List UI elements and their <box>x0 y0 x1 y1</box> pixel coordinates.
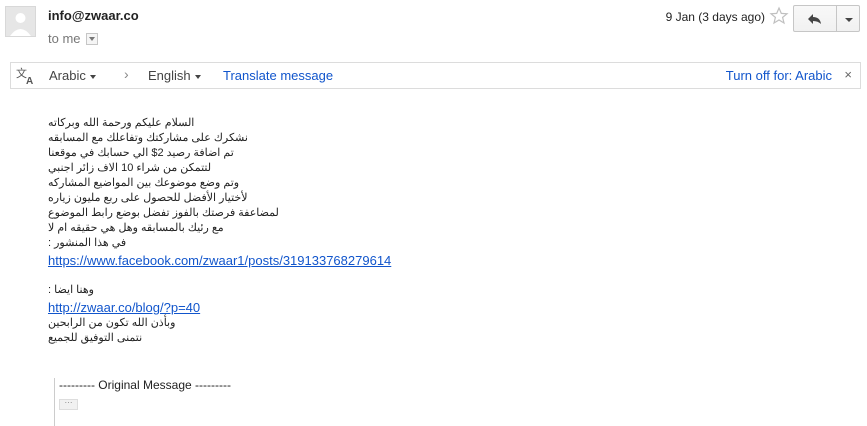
translate-message-link[interactable]: Translate message <box>223 68 333 83</box>
chevron-right-icon: › <box>124 66 129 82</box>
body-line: في هذا المنشور : <box>48 237 127 249</box>
more-actions-button[interactable] <box>836 5 860 32</box>
body-line: وتم وضع موضوعك بين المواضيع المشاركه <box>48 177 240 189</box>
body-line: نشكرك على مشاركتك وتفاعلك مع المسابقه <box>48 132 248 144</box>
default-avatar-icon <box>5 6 36 37</box>
body-line: لأختيار الأفضل للحصول على ربع مليون زيار… <box>48 192 248 204</box>
message-body: السلام عليكم ورحمة الله وبركاته نشكرك عل… <box>48 116 391 346</box>
message-date: 9 Jan (3 days ago) <box>665 10 765 24</box>
body-line: السلام عليكم ورحمة الله وبركاته <box>48 117 195 129</box>
star-icon[interactable] <box>769 6 789 26</box>
recipient-details-dropdown-icon[interactable] <box>85 32 98 45</box>
turn-off-translation-link[interactable]: Turn off for: Arabic <box>726 68 832 83</box>
body-line: وهنا ايضا : <box>48 284 94 296</box>
reply-icon <box>808 13 821 24</box>
facebook-post-link[interactable]: https://www.facebook.com/zwaar1/posts/31… <box>48 253 391 269</box>
recipient-line: to me <box>48 31 98 46</box>
quoted-message: --------- Original Message --------- ··· <box>54 378 231 426</box>
svg-text:A: A <box>26 76 33 86</box>
chevron-down-icon <box>89 74 96 79</box>
recipient-label: to me <box>48 31 81 46</box>
body-line: نتمنى التوفيق للجميع <box>48 332 143 344</box>
sender-email[interactable]: info@zwaar.co <box>48 8 139 23</box>
body-line: لتتمكن من شراء 10 الاف زائر اجنبي <box>48 162 212 174</box>
reply-button[interactable] <box>793 5 837 32</box>
translate-icon: 文 A <box>16 66 33 86</box>
show-trimmed-content-button[interactable]: ··· <box>59 399 78 410</box>
body-line: تم اضافة رصيد 2$ الي حسابك في موقعنا <box>48 147 234 159</box>
source-language-select[interactable]: Arabic <box>49 68 96 83</box>
blog-post-link[interactable]: http://zwaar.co/blog/?p=40 <box>48 300 388 316</box>
close-icon[interactable]: × <box>844 67 852 82</box>
chevron-down-icon <box>194 74 201 79</box>
original-message-header: --------- Original Message --------- <box>59 378 231 392</box>
arabic-paragraph-1: السلام عليكم ورحمة الله وبركاته نشكرك عل… <box>48 116 388 251</box>
translate-bar: 文 A Arabic › English Translate message T… <box>10 62 861 89</box>
body-line: وبأذن الله تكون من الرابحين <box>48 317 176 329</box>
body-line: مع رئيك بالمسابقه وهل هي حقيقه ام لا <box>48 222 224 234</box>
target-language-select[interactable]: English <box>148 68 201 83</box>
body-line: لمضاعفة فرصتك بالفوز تفضل بوضع رابط المو… <box>48 207 279 219</box>
